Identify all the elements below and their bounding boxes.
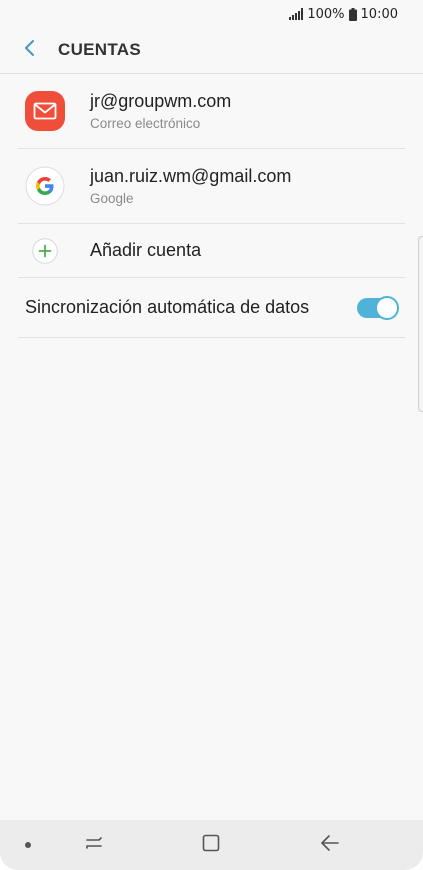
account-type: Correo electrónico xyxy=(90,116,201,131)
edge-panel-handle[interactable] xyxy=(418,236,423,412)
back-nav-button[interactable] xyxy=(317,832,343,858)
battery-icon xyxy=(348,7,357,21)
back-button[interactable] xyxy=(0,28,58,72)
page-title: CUENTAS xyxy=(58,40,142,59)
account-item-google[interactable]: juan.ruiz.wm@gmail.com Google xyxy=(0,149,423,223)
add-account-button[interactable]: Añadir cuenta xyxy=(0,224,423,277)
email-icon xyxy=(25,91,65,131)
divider xyxy=(18,337,405,338)
nav-dot-icon[interactable] xyxy=(25,842,31,848)
account-email: jr@groupwm.com xyxy=(90,91,232,111)
account-email: juan.ruiz.wm@gmail.com xyxy=(90,166,292,186)
chevron-left-icon xyxy=(23,39,35,61)
toggle-knob xyxy=(375,295,399,320)
home-button[interactable] xyxy=(198,832,224,858)
plus-icon xyxy=(25,231,65,271)
recents-button[interactable] xyxy=(81,832,107,858)
screen: 100% 10:00 CUENTAS jr@groupwm.com Correo… xyxy=(0,0,423,870)
sync-label: Sincronización automática de datos xyxy=(25,297,310,317)
back-icon xyxy=(319,833,341,857)
signal-icon xyxy=(289,8,304,20)
status-bar: 100% 10:00 xyxy=(0,0,423,28)
navigation-bar xyxy=(0,820,423,870)
sync-toggle[interactable] xyxy=(357,295,399,320)
clock: 10:00 xyxy=(360,6,398,22)
add-account-label: Añadir cuenta xyxy=(90,240,202,260)
home-icon xyxy=(201,833,221,857)
accounts-list: jr@groupwm.com Correo electrónico juan.r… xyxy=(0,74,423,338)
app-header: CUENTAS xyxy=(0,28,423,72)
battery-percent: 100% xyxy=(307,6,345,22)
account-item-email[interactable]: jr@groupwm.com Correo electrónico xyxy=(0,74,423,148)
recents-icon xyxy=(84,833,104,857)
account-type: Google xyxy=(90,191,134,206)
google-icon xyxy=(25,166,65,206)
sync-setting[interactable]: Sincronización automática de datos xyxy=(0,278,423,337)
